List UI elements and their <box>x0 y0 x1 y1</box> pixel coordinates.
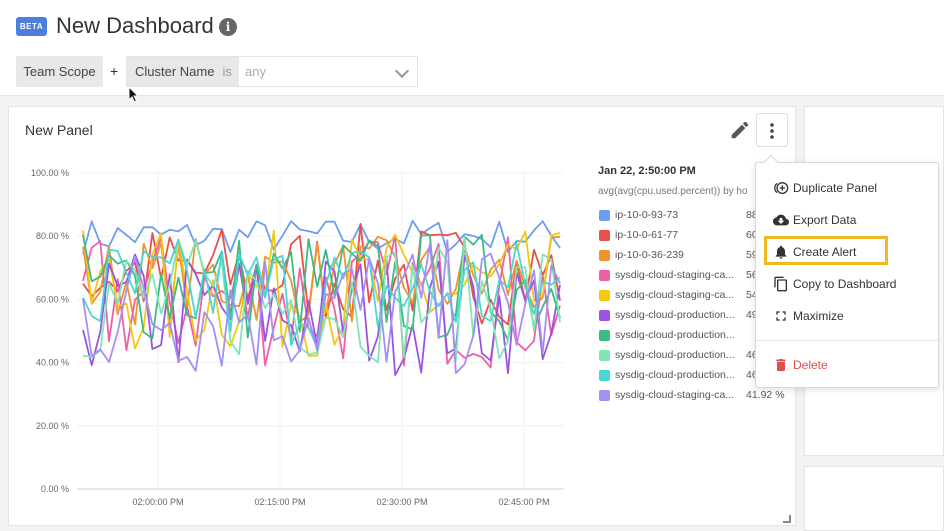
menu-item-duplicate-panel[interactable]: Duplicate Panel <box>756 175 940 201</box>
legend-item-value: 41.92 % <box>746 389 785 401</box>
panel: New Panel 0.00 % 20.00 % 40.00 % 60.00 % 80.… <box>8 106 796 526</box>
panel-context-menu: Duplicate Panel Export Data Create Alert… <box>755 154 940 388</box>
legend-item-name: ip-10-0-61-77 <box>615 229 679 241</box>
filter-operator: is <box>222 64 232 79</box>
legend-item-name: sysdig-cloud-production... <box>615 329 735 341</box>
menu-item-delete[interactable]: Delete <box>756 352 940 378</box>
add-scope-button[interactable]: + <box>110 63 118 79</box>
legend-item-name: sysdig-cloud-production... <box>615 369 735 381</box>
filter-value-input[interactable]: any <box>245 57 266 86</box>
legend-swatch <box>599 310 610 321</box>
mouse-cursor-icon <box>128 86 140 103</box>
panel-title: New Panel <box>25 122 93 138</box>
beta-badge: BETA <box>16 17 47 36</box>
menu-item-label: Delete <box>793 358 828 372</box>
info-icon[interactable]: i <box>219 18 237 36</box>
y-tick-label: 100.00 % <box>31 168 69 178</box>
menu-item-label: Export Data <box>793 213 857 227</box>
chevron-down-icon[interactable] <box>394 63 410 79</box>
menu-item-export-data[interactable]: Export Data <box>756 207 940 233</box>
copy-icon <box>774 276 787 292</box>
x-tick-label: 02:30:00 PM <box>376 497 427 507</box>
y-tick-label: 20.00 % <box>36 421 69 431</box>
menu-divider <box>756 340 940 341</box>
highlight-box <box>764 236 888 265</box>
y-tick-label: 60.00 % <box>36 294 69 304</box>
pencil-icon[interactable] <box>729 119 751 141</box>
legend-swatch <box>599 230 610 241</box>
filter-key: Cluster Name is <box>127 57 239 86</box>
y-tick-label: 40.00 % <box>36 358 69 368</box>
trash-icon <box>776 359 786 371</box>
menu-item-label: Duplicate Panel <box>793 181 878 195</box>
legend-item-name: sysdig-cloud-production... <box>615 349 735 361</box>
menu-item-maximize[interactable]: Maximize <box>756 303 940 329</box>
legend-item-name: sysdig-cloud-staging-ca... <box>615 389 735 401</box>
legend-swatch <box>599 210 610 221</box>
legend-item-name: sysdig-cloud-staging-ca... <box>615 289 735 301</box>
menu-item-label: Maximize <box>793 309 844 323</box>
legend-item-name: sysdig-cloud-staging-ca... <box>615 269 735 281</box>
cloud-download-icon <box>773 214 789 226</box>
legend-swatch <box>599 370 610 381</box>
legend-swatch <box>599 350 610 361</box>
legend-swatch <box>599 390 610 401</box>
x-tick-label: 02:15:00 PM <box>254 497 305 507</box>
legend-swatch <box>599 290 610 301</box>
team-scope-button[interactable]: Team Scope <box>16 56 103 87</box>
side-panel <box>804 466 944 531</box>
legend-item-name: ip-10-0-36-239 <box>615 249 684 261</box>
menu-item-label: Copy to Dashboard <box>793 277 897 291</box>
x-tick-label: 02:45:00 PM <box>498 497 549 507</box>
resize-handle[interactable] <box>783 515 791 523</box>
x-tick-label: 02:00:00 PM <box>132 497 183 507</box>
cluster-name-filter[interactable]: Cluster Name is any <box>126 56 418 87</box>
menu-item-copy-to-dashboard[interactable]: Copy to Dashboard <box>756 271 940 297</box>
line-chart[interactable]: 0.00 % 20.00 % 40.00 % 60.00 % 80.00 % 100.00… <box>9 157 584 517</box>
maximize-icon <box>776 311 786 321</box>
y-tick-label: 0.00 % <box>41 484 69 494</box>
legend-swatch <box>599 270 610 281</box>
legend-item-name: sysdig-cloud-production... <box>615 309 735 321</box>
legend-item-name: ip-10-0-93-73 <box>615 209 679 221</box>
legend-swatch <box>599 330 610 341</box>
top-bar: BETA New Dashboard i Team Scope + Cluste… <box>0 0 944 96</box>
page-title: New Dashboard <box>56 13 214 38</box>
legend-item[interactable]: sysdig-cloud-staging-ca... 41.92 % <box>598 386 788 405</box>
legend-swatch <box>599 250 610 261</box>
y-tick-label: 80.00 % <box>36 231 69 241</box>
more-vertical-icon[interactable] <box>756 113 788 147</box>
duplicate-icon <box>774 182 789 194</box>
filter-key-label: Cluster Name <box>135 64 215 79</box>
